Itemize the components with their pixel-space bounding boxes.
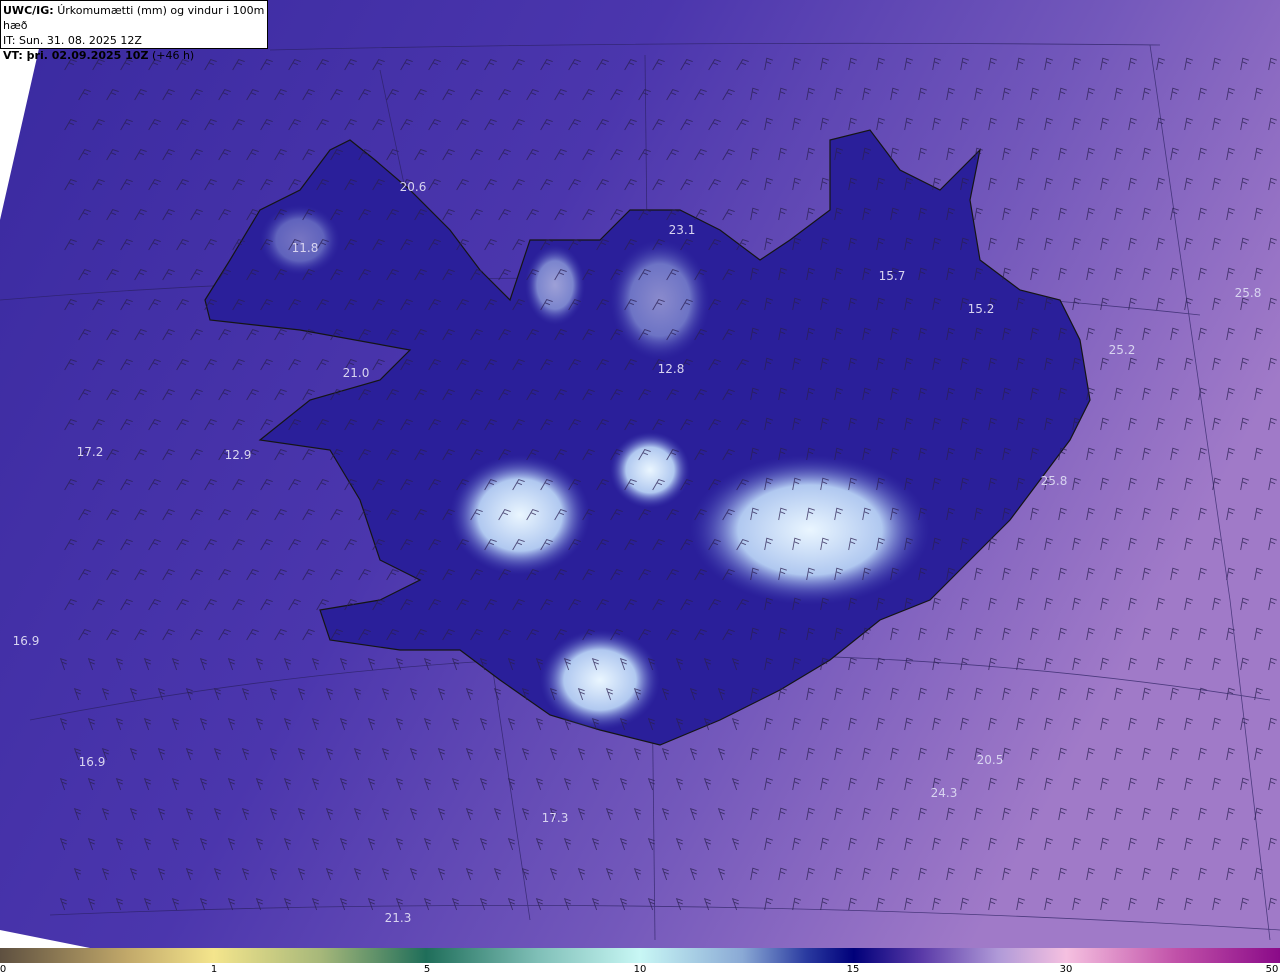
colorbar — [0, 948, 1280, 963]
map-value-label: 24.3 — [931, 786, 958, 800]
lead-time: (+46 h) — [151, 49, 195, 62]
map-value-label: 25.8 — [1235, 286, 1262, 300]
colorbar-tick: 1 — [210, 964, 218, 975]
title-box: UWC/IG: Úrkomumætti (mm) og vindur i 100… — [0, 0, 268, 62]
map-value-label: 25.2 — [1109, 343, 1136, 357]
map-value-label: 16.9 — [13, 634, 40, 648]
map-value-label: 12.8 — [658, 362, 685, 376]
colorbar-ticks: 0 1 5 10 15 30 50 — [0, 963, 1280, 978]
map-value-label: 20.5 — [977, 753, 1004, 767]
colorbar-tick: 50 — [1265, 964, 1279, 975]
map-value-label: 21.0 — [343, 366, 370, 380]
map-value-label: 21.3 — [385, 911, 412, 925]
map-value-label: 15.7 — [879, 269, 906, 283]
colorbar-tick: 0 — [0, 964, 7, 975]
colorbar-tick: 15 — [846, 964, 860, 975]
map-value-label: 12.9 — [225, 448, 252, 462]
precipitation-map: 20.6 11.8 23.1 15.7 15.2 25.8 25.2 21.0 12.8 17.2… — [0, 0, 1280, 948]
map-value-label: 17.2 — [77, 445, 104, 459]
map-value-label: 20.6 — [400, 180, 427, 194]
colorbar-tick: 30 — [1059, 964, 1073, 975]
init-time: IT: Sun. 31. 08. 2025 12Z — [3, 34, 142, 47]
map-value-label: 11.8 — [292, 241, 319, 255]
colorbar-tick: 10 — [633, 964, 647, 975]
map-value-label: 23.1 — [669, 223, 696, 237]
model-name: UWC/IG: — [3, 4, 54, 17]
map-value-label: 16.9 — [79, 755, 106, 769]
valid-time: VT: þri. 02.09.2025 10Z — [3, 49, 149, 62]
map-value-label: 17.3 — [542, 811, 569, 825]
map-value-label: 15.2 — [968, 302, 995, 316]
map-value-label: 25.8 — [1041, 474, 1068, 488]
colorbar-tick: 5 — [423, 964, 431, 975]
